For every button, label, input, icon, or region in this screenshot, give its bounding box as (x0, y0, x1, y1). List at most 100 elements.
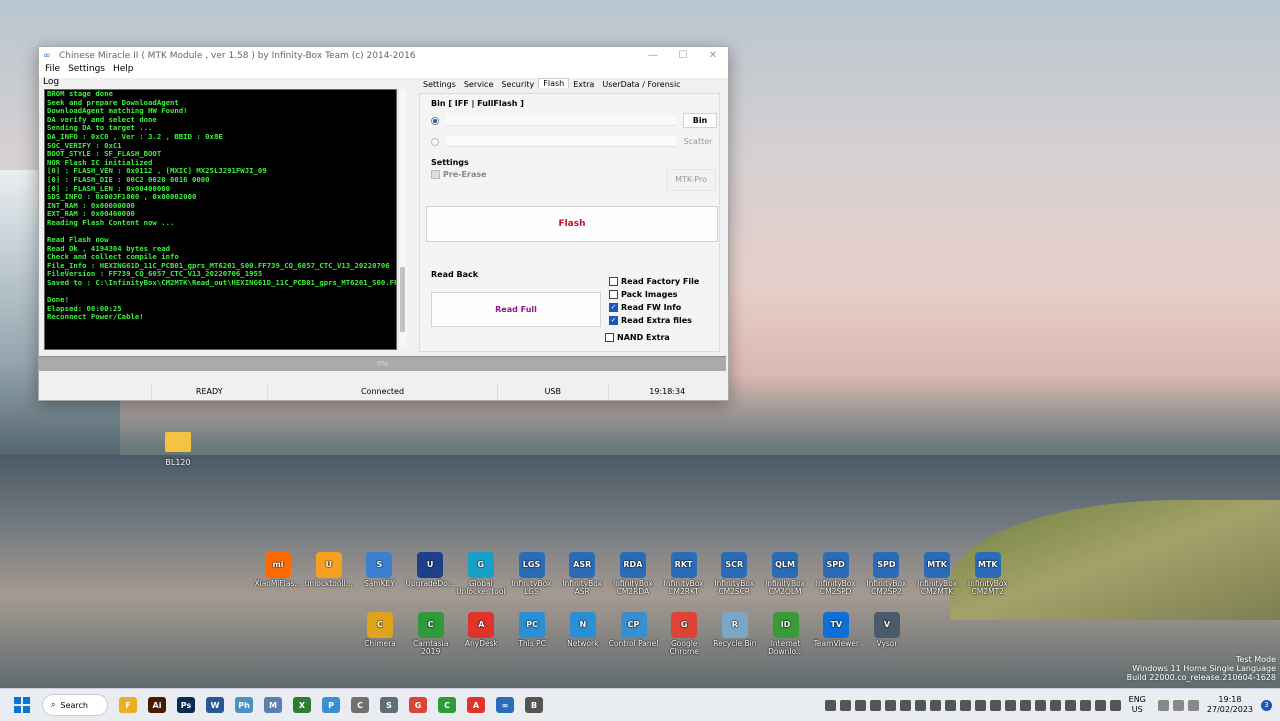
desktop-shortcut[interactable]: mi XiaoMiFlas... (253, 552, 303, 588)
desktop-shortcut[interactable]: ASR InfinityBox ASR (557, 552, 607, 596)
desktop-shortcut[interactable]: C Camtasia 2019 (406, 612, 456, 656)
tray-icon[interactable] (824, 699, 836, 711)
desktop-shortcut[interactable]: G Global Unlocker tool (456, 552, 506, 596)
scatter-path-input[interactable] (446, 136, 676, 147)
tray-icon[interactable] (1004, 699, 1016, 711)
taskbar-app-icon[interactable]: M (264, 697, 282, 713)
tray-icon[interactable] (1034, 699, 1046, 711)
tray-icon[interactable] (1079, 699, 1091, 711)
tray-icon[interactable] (854, 699, 866, 711)
tab-flash[interactable]: Flash (538, 78, 570, 88)
check-icon[interactable]: ✓ (609, 303, 618, 312)
menu-file[interactable]: File (41, 64, 64, 78)
tray-icon[interactable] (1094, 699, 1106, 711)
pack-images-checkbox[interactable]: Pack Images (609, 290, 678, 299)
desktop-shortcut[interactable]: A AnyDesk (456, 612, 506, 648)
desktop-shortcut[interactable]: V Vysor (862, 612, 912, 648)
read-extra-files-checkbox[interactable]: ✓ Read Extra files (609, 316, 692, 325)
desktop-shortcut[interactable]: G Google Chrome (659, 612, 709, 656)
tray-icon[interactable] (1109, 699, 1121, 711)
desktop-shortcut[interactable]: N Network (558, 612, 608, 648)
desktop-shortcut[interactable]: TV TeamViewer (811, 612, 861, 648)
bin-path-input[interactable] (446, 115, 676, 126)
read-full-button[interactable]: Read Full (431, 292, 601, 327)
desktop-shortcut[interactable]: PC This PC (507, 612, 557, 648)
desktop-shortcut[interactable]: S SamKEY (354, 552, 404, 588)
read-fw-info-checkbox[interactable]: ✓ Read FW Info (609, 303, 681, 312)
desktop-shortcut[interactable]: ID Internet Downlo... (761, 612, 811, 656)
speaker-icon[interactable] (1172, 699, 1184, 711)
desktop-shortcut[interactable]: R Recycle Bin (710, 612, 760, 648)
tab-security[interactable]: Security (497, 80, 538, 90)
desktop-shortcut[interactable]: MTK InfinityBox CM2MT2 (963, 552, 1013, 596)
desktop-shortcut[interactable]: SCR InfinityBox CM2SCR (709, 552, 759, 596)
check-icon[interactable]: ✓ (609, 316, 618, 325)
taskbar-app-icon[interactable]: Ai (148, 697, 166, 713)
tray-icon[interactable] (884, 699, 896, 711)
tray-icon[interactable] (899, 699, 911, 711)
taskbar-clock[interactable]: 19:18 27/02/2023 (1207, 695, 1253, 715)
bin-radio[interactable] (431, 117, 439, 125)
folder-label[interactable]: BL120 (150, 458, 206, 467)
battery-icon[interactable] (1187, 699, 1199, 711)
scatter-button[interactable]: Scatter (679, 134, 717, 149)
desktop-shortcut[interactable]: RKT InfinityBox CM2RKT (659, 552, 709, 596)
taskbar-app-icon[interactable]: G (409, 697, 427, 713)
checkbox-box[interactable] (431, 170, 440, 179)
tray-icon[interactable] (974, 699, 986, 711)
tray-icon[interactable] (1019, 699, 1031, 711)
checkbox-box[interactable] (609, 277, 618, 286)
tray-icon[interactable] (1064, 699, 1076, 711)
taskbar-app-icon[interactable]: C (438, 697, 456, 713)
wifi-icon[interactable] (1157, 699, 1169, 711)
tab-userdata-forensic[interactable]: UserData / Forensic (598, 80, 684, 90)
scatter-radio[interactable] (431, 138, 439, 146)
tray-icon[interactable] (839, 699, 851, 711)
taskbar-app-icon[interactable]: X (293, 697, 311, 713)
maximize-icon[interactable]: ☐ (668, 50, 698, 61)
desktop-shortcut[interactable]: LGS InfinityBox LGS (507, 552, 557, 596)
notification-badge[interactable]: 3 (1261, 699, 1272, 711)
desktop-shortcut[interactable]: CP Control Panel (609, 612, 659, 648)
checkbox-box[interactable] (609, 290, 618, 299)
taskbar-app-icon[interactable]: A (467, 697, 485, 713)
language-indicator[interactable]: ENG US (1129, 695, 1146, 715)
taskbar-app-icon[interactable]: Ph (235, 697, 253, 713)
tab-settings[interactable]: Settings (419, 80, 460, 90)
taskbar-app-icon[interactable]: ∞ (496, 697, 514, 713)
tray-icon[interactable] (944, 699, 956, 711)
log-scrollbar[interactable] (398, 89, 407, 348)
taskbar-app-icon[interactable]: F (119, 697, 137, 713)
tab-service[interactable]: Service (460, 80, 498, 90)
taskbar-app-icon[interactable]: P (322, 697, 340, 713)
desktop-shortcut[interactable]: SPD InfinityBox CM2SPD (811, 552, 861, 596)
tray-icon[interactable] (869, 699, 881, 711)
folder-icon[interactable] (165, 432, 191, 452)
windows-start-icon[interactable] (14, 697, 30, 713)
tray-icon[interactable] (989, 699, 1001, 711)
nand-extra-checkbox[interactable]: NAND Extra (605, 333, 670, 342)
taskbar-app-icon[interactable]: Ps (177, 697, 195, 713)
desktop-shortcut[interactable]: U UpgradeDo... (405, 552, 455, 588)
taskbar-search[interactable]: ⌕ Search (42, 694, 108, 716)
checkbox-box[interactable] (605, 333, 614, 342)
taskbar-app-icon[interactable]: W (206, 697, 224, 713)
desktop-shortcut[interactable]: QLM InfinityBox CM2QLM (760, 552, 810, 596)
desktop-shortcut[interactable]: Uunlocktooll... (304, 552, 354, 588)
tray-icon[interactable] (914, 699, 926, 711)
bin-button[interactable]: Bin (683, 113, 717, 128)
close-icon[interactable]: ✕ (698, 50, 728, 61)
tab-extra[interactable]: Extra (569, 80, 598, 90)
flash-button[interactable]: Flash (426, 206, 718, 242)
desktop-shortcut[interactable]: RDA InfinityBox CM2RDA (608, 552, 658, 596)
taskbar-app-icon[interactable]: C (351, 697, 369, 713)
desktop-shortcut[interactable]: SPD InfinityBox CM2SP2 (861, 552, 911, 596)
log-console[interactable]: BROM stage done Seek and prepare Download… (44, 89, 397, 350)
tray-icon[interactable] (1049, 699, 1061, 711)
menu-settings[interactable]: Settings (64, 64, 109, 78)
menu-help[interactable]: Help (109, 64, 138, 78)
minimize-icon[interactable]: — (638, 50, 668, 61)
scroll-thumb[interactable] (400, 267, 405, 332)
tray-icon[interactable] (959, 699, 971, 711)
mtk-pro-button[interactable]: MTK-Pro (666, 169, 716, 191)
